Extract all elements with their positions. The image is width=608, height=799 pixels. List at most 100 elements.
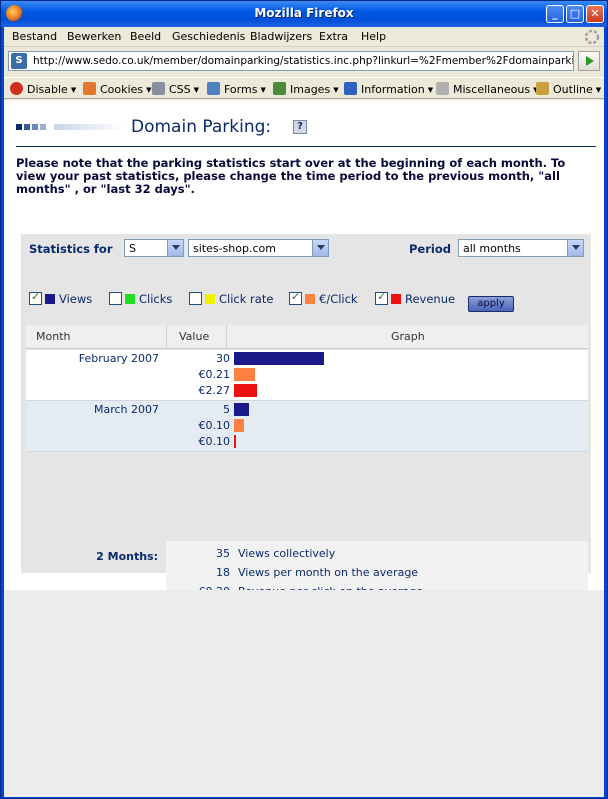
color-swatch [305, 294, 315, 304]
images-icon [273, 82, 286, 95]
menu-bewerken[interactable]: Bewerken [67, 30, 121, 43]
summary-value: 18 [216, 566, 230, 579]
menu-geschiedenis[interactable]: Geschiedenis [172, 30, 245, 43]
statistics-panel: Statistics for S sites-shop.com Period a… [21, 234, 591, 639]
miscellaneous-icon [436, 82, 449, 95]
color-swatch [391, 294, 401, 304]
outline-icon [536, 82, 549, 95]
close-button[interactable]: ✕ [586, 5, 604, 23]
browser-window: Mozilla Firefox _ □ ✕ Bestand Bewerken B… [0, 0, 608, 799]
toolbar-cookies-menu[interactable]: Cookies ▼ [83, 82, 151, 96]
table-row: February 2007 30 €0.21 €2.27 [26, 350, 588, 401]
domain-select[interactable]: sites-shop.com [188, 239, 329, 257]
bar-eur-per-click [234, 368, 255, 381]
toolbar-css-menu[interactable]: CSS ▼ [152, 82, 199, 96]
checkbox-label: Revenue [405, 292, 456, 306]
toolbar-label: Forms [224, 83, 258, 96]
menu-beeld[interactable]: Beeld [130, 30, 161, 43]
bar-revenue [234, 384, 257, 397]
site-favicon-icon: S [11, 53, 27, 69]
checkbox-box[interactable] [189, 292, 202, 305]
statistics-for-label: Statistics for [29, 242, 113, 256]
chevron-down-icon [167, 240, 183, 256]
cookies-icon [83, 82, 96, 95]
table-header: Month Value Graph [26, 325, 588, 349]
color-swatch [205, 294, 215, 304]
row-value-views: 30 [216, 352, 230, 365]
toolbar-label: Disable [27, 83, 68, 96]
header-value: Value [179, 330, 210, 343]
checkbox-box[interactable] [109, 292, 122, 305]
page-title: Domain Parking: [131, 117, 272, 137]
summary-label: 2 Months: [96, 550, 158, 563]
dropdown-arrow-icon: ▼ [333, 86, 339, 94]
header-graph: Graph [391, 330, 425, 343]
minimize-button[interactable]: _ [546, 5, 564, 23]
maximize-button[interactable]: □ [566, 5, 584, 23]
row-value-eur-per-click: €0.10 [198, 419, 231, 432]
header-month: Month [36, 330, 71, 343]
header-gradient-bar [54, 124, 124, 130]
checkbox-eur-per-click[interactable]: €/Click [289, 290, 358, 308]
toolbar-label: Information [361, 83, 425, 96]
row-value-revenue: €0.10 [198, 435, 231, 448]
header-square-1 [16, 124, 22, 130]
letter-select[interactable]: S [124, 239, 184, 257]
toolbar-information-menu[interactable]: Information ▼ [344, 82, 433, 96]
header-square-2 [24, 124, 30, 130]
checkbox-box[interactable] [289, 290, 302, 305]
web-developer-toolbar: Disable ▼ Cookies ▼ CSS ▼ Forms ▼ Images ▼ Informa… [4, 77, 604, 99]
css-icon [152, 82, 165, 95]
toolbar-forms-menu[interactable]: Forms ▼ [207, 82, 266, 96]
toolbar-images-menu[interactable]: Images ▼ [273, 82, 339, 96]
checkbox-label: €/Click [319, 292, 358, 306]
period-select[interactable]: all months [458, 239, 584, 257]
toolbar-outline-menu[interactable]: Outline ▼ [536, 82, 601, 96]
header-square-3 [32, 124, 38, 130]
dropdown-arrow-icon: ▼ [427, 86, 434, 94]
url-input[interactable]: S http://www.sedo.co.uk/member/domainpar… [8, 51, 574, 71]
throbber-icon [584, 29, 600, 45]
checkbox-box[interactable] [375, 290, 388, 305]
menu-help[interactable]: Help [361, 30, 386, 43]
page-bottom-area [4, 590, 604, 797]
go-button[interactable] [578, 51, 600, 71]
apply-button[interactable]: apply [468, 296, 514, 312]
color-swatch [45, 294, 55, 304]
menu-bladwijzers[interactable]: Bladwijzers [250, 30, 312, 43]
menu-extra[interactable]: Extra [319, 30, 348, 43]
menu-bar: Bestand Bewerken Beeld Geschiedenis Blad… [4, 27, 604, 47]
header-square-4 [40, 124, 46, 130]
letter-select-value: S [129, 242, 136, 255]
url-text: http://www.sedo.co.uk/member/domainparki… [33, 55, 573, 67]
summary-description: Views collectively [238, 547, 336, 560]
bar-views [234, 352, 324, 365]
period-label: Period [409, 242, 451, 256]
dropdown-arrow-icon: ▼ [260, 86, 266, 94]
checkbox-revenue[interactable]: Revenue [375, 290, 456, 308]
forms-icon [207, 82, 220, 95]
page-header: Domain Parking: ? [16, 117, 596, 147]
information-icon [344, 82, 357, 95]
checkbox-clicks[interactable]: Clicks [109, 292, 172, 308]
toolbar-label: CSS [169, 83, 191, 96]
toolbar-label: Cookies [100, 83, 144, 96]
help-button[interactable]: ? [293, 120, 307, 134]
checkbox-box[interactable] [29, 290, 42, 305]
dropdown-arrow-icon: ▼ [595, 86, 602, 94]
checkbox-label: Views [59, 292, 93, 306]
dropdown-arrow-icon: ▼ [146, 86, 152, 94]
statistics-notice: Please note that the parking statistics … [16, 156, 566, 196]
column-divider [166, 325, 167, 349]
bar-revenue [234, 435, 236, 448]
domain-select-value: sites-shop.com [193, 242, 276, 255]
checkbox-views[interactable]: Views [29, 290, 93, 308]
checkbox-click-rate[interactable]: Click rate [189, 292, 273, 308]
column-divider [226, 325, 227, 349]
window-title: Mozilla Firefox [254, 6, 354, 20]
toolbar-disable-menu[interactable]: Disable ▼ [10, 82, 76, 96]
toolbar-miscellaneous-menu[interactable]: Miscellaneous▼ [436, 82, 539, 96]
checkbox-label: Clicks [139, 292, 173, 306]
menu-bestand[interactable]: Bestand [12, 30, 57, 43]
row-month: February 2007 [78, 352, 159, 365]
